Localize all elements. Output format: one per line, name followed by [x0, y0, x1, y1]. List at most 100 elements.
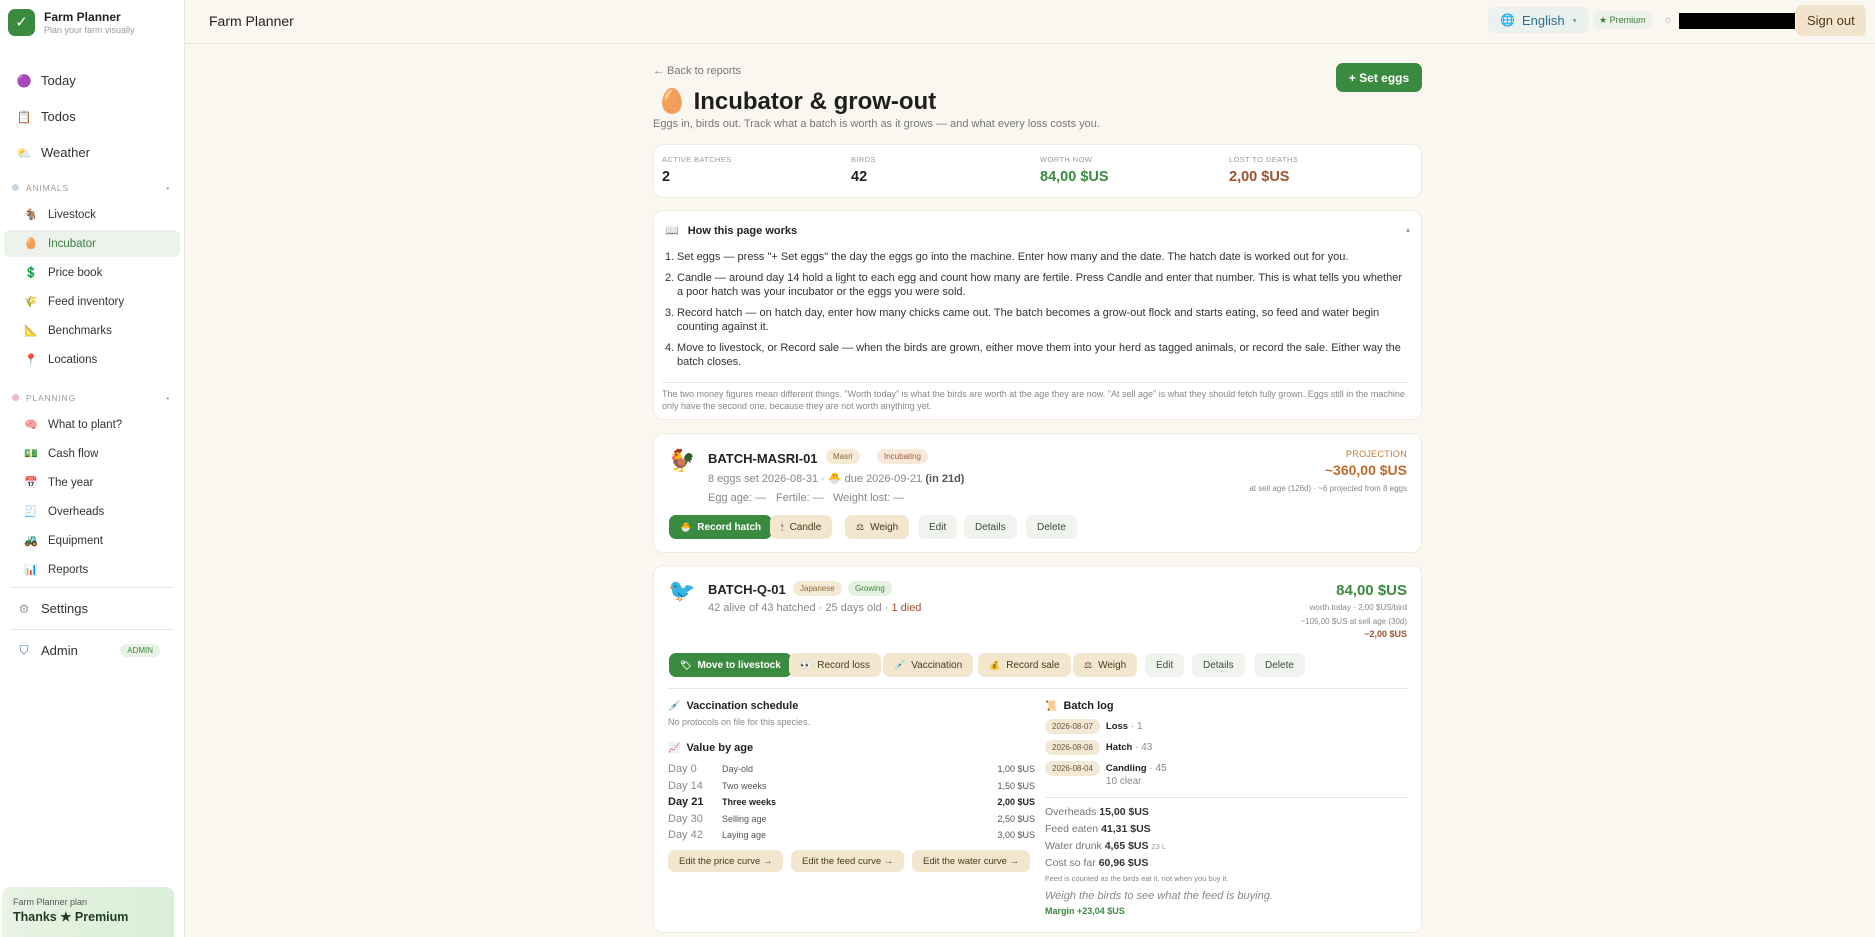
log-event-detail: · 43 — [1132, 742, 1153, 753]
sidebar-item-todos[interactable]: 📋 Todos — [4, 100, 180, 133]
cost-value: 41,31 $US — [1101, 823, 1151, 835]
section-planning[interactable]: PLANNING • — [0, 387, 184, 409]
premium-badge: ★ Premium — [1593, 11, 1652, 29]
details-button[interactable]: Details — [1192, 653, 1245, 677]
log-event-name: Loss — [1105, 721, 1129, 732]
sidebar-item-label: Weather — [41, 145, 90, 160]
how-this-page-works: 📖 How this page works ▴ 1. Set eggs — pre… — [653, 210, 1422, 420]
sidebar-item-equipment[interactable]: 🚜 Equipment — [4, 527, 180, 554]
curve-row: Day 30 Selling age 2,50 $US — [668, 811, 1035, 828]
weigh-button[interactable]: ⚖ Weigh — [845, 515, 910, 539]
weigh-button[interactable]: ⚖ Weigh — [1073, 653, 1138, 677]
globe-icon: 🌐 — [1500, 13, 1515, 27]
delete-button[interactable]: Delete — [1254, 653, 1305, 677]
sidebar-item-cash-flow[interactable]: 💵 Cash flow — [4, 440, 180, 467]
page-title: 🥚 Incubator & grow-out — [657, 87, 936, 116]
sidebar-item-overheads[interactable]: 🧾 Overheads — [4, 498, 180, 525]
curve-row: Day 14 Two weeks 1,50 $US — [668, 778, 1035, 795]
gear-icon: ⚙ — [18, 601, 30, 616]
curve-day: Day 14 — [668, 779, 703, 792]
hatch-icon: 🐣 — [680, 521, 692, 532]
status-badge: Growing — [848, 581, 892, 596]
set-eggs-button[interactable]: + Set eggs — [1336, 63, 1422, 92]
trend-up-icon: 📈 — [668, 742, 681, 754]
delete-button[interactable]: Delete — [1026, 515, 1077, 539]
feed-note: Feed is counted as the birds eat it, not… — [1045, 874, 1229, 883]
record-loss-button[interactable]: 👀 Record loss — [789, 653, 882, 677]
cost-label: Water drunk — [1045, 840, 1102, 852]
clipboard-icon: 📋 — [16, 109, 32, 124]
language-select[interactable]: 🌐 English ▾ — [1488, 7, 1589, 33]
sidebar-item-price-book[interactable]: 💲 Price book — [4, 259, 180, 286]
sidebar-item-incubator[interactable]: 🥚 Incubator — [4, 230, 180, 257]
sidebar-item-admin[interactable]: ⛉ Admin ADMIN — [4, 634, 180, 667]
back-to-reports-link[interactable]: ← Back to reports — [653, 65, 741, 77]
sign-out-button[interactable]: Sign out — [1796, 5, 1866, 36]
chevron-up-icon[interactable]: ▴ — [1406, 225, 1410, 234]
edit-feed-curve-button[interactable]: Edit the feed curve → — [791, 850, 905, 872]
weather-icon: ⛅ — [16, 145, 32, 160]
sidebar-item-label: Todos — [41, 109, 76, 124]
rooster-icon: 🐓 — [668, 448, 696, 473]
candle-icon: 🕯 — [781, 521, 784, 532]
sidebar-item-label: Feed inventory — [48, 295, 125, 308]
sidebar-item-label: What to plant? — [48, 418, 123, 431]
sidebar-item-label: Reports — [48, 563, 89, 576]
sidebar-item-benchmarks[interactable]: 📐 Benchmarks — [4, 317, 180, 344]
stat-value: 2 — [662, 169, 671, 185]
vaccination-button[interactable]: 💉 Vaccination — [883, 653, 974, 677]
sidebar-item-feed-inventory[interactable]: 🌾 Feed inventory — [4, 288, 180, 315]
edit-price-curve-button[interactable]: Edit the price curve → — [668, 850, 784, 872]
sidebar-item-what-to-plant[interactable]: 🧠 What to plant? — [4, 411, 180, 438]
stat-worth-now: WORTH NOW 84,00 $US — [1040, 155, 1109, 185]
details-button[interactable]: Details — [964, 515, 1017, 539]
plan-card[interactable]: Farm Planner plan Thanks ★ Premium — [2, 887, 174, 937]
button-label: Move to livestock — [697, 659, 781, 671]
record-hatch-button[interactable]: 🐣 Record hatch — [669, 515, 773, 539]
language-label: English — [1521, 12, 1565, 28]
pin-icon: 📍 — [24, 354, 38, 366]
sidebar-item-label: Price book — [48, 266, 103, 279]
planning-section-icon — [12, 394, 19, 401]
sidebar-item-the-year[interactable]: 📅 The year — [4, 469, 180, 496]
stat-active-batches: ACTIVE BATCHES 2 — [662, 155, 732, 185]
brain-icon: 🧠 — [24, 419, 38, 431]
sidebar-item-today[interactable]: 🟣 Today — [4, 64, 180, 97]
sidebar-item-reports[interactable]: 📊 Reports — [4, 556, 180, 583]
record-sale-button[interactable]: 💰 Record sale — [978, 653, 1071, 677]
sidebar-item-label: Equipment — [48, 534, 103, 547]
divider — [10, 587, 174, 588]
collapse-icon[interactable]: • — [166, 183, 170, 193]
candle-button[interactable]: 🕯 Candle — [770, 515, 833, 539]
edit-button[interactable]: Edit — [918, 515, 958, 539]
how-step-text: Record hatch — on hatch day, enter how m… — [677, 306, 1380, 334]
section-animals[interactable]: ANIMALS • — [0, 177, 184, 199]
log-event-name: Candling — [1105, 763, 1147, 774]
sell-age-note: ~105,00 $US at sell age (30d) — [1300, 617, 1407, 626]
sidebar-item-label: Cash flow — [48, 447, 99, 460]
divider — [662, 382, 1409, 383]
collapse-icon[interactable]: • — [166, 393, 170, 403]
how-note: The two money figures mean different thi… — [662, 389, 1405, 411]
curve-day: Day 42 — [668, 829, 703, 842]
page-title-text: Incubator & grow-out — [693, 88, 937, 115]
user-name-redacted — [1679, 13, 1795, 29]
sidebar-item-settings[interactable]: ⚙ Settings — [4, 592, 180, 625]
batch-card-masri: 🐓 BATCH-MASRI-01 Masri Incubating 8 eggs… — [653, 433, 1422, 553]
move-to-livestock-button[interactable]: 🏷 Move to livestock — [669, 653, 792, 677]
sidebar-item-livestock[interactable]: 🐐 Livestock — [4, 201, 180, 228]
sun-icon[interactable]: ☼ — [1663, 14, 1673, 26]
brand[interactable]: ✓ Farm Planner Plan your farm visually — [0, 0, 184, 44]
sidebar-item-weather[interactable]: ⛅ Weather — [4, 136, 180, 169]
breed-tag: Japanese — [793, 581, 842, 596]
stat-value: 84,00 $US — [1040, 169, 1109, 185]
edit-button[interactable]: Edit — [1145, 653, 1185, 677]
tag-icon: 🏷 — [680, 659, 692, 670]
chevron-down-icon: ▾ — [1572, 15, 1577, 25]
sidebar-item-locations[interactable]: 📍 Locations — [4, 346, 180, 373]
edit-water-curve-button[interactable]: Edit the water curve → — [912, 850, 1031, 872]
batch-name: BATCH-Q-01 — [708, 582, 786, 597]
section-label: ANIMALS — [26, 183, 69, 193]
section-title: Vaccination schedule — [686, 700, 799, 712]
how-header[interactable]: 📖 How this page works — [665, 224, 797, 238]
